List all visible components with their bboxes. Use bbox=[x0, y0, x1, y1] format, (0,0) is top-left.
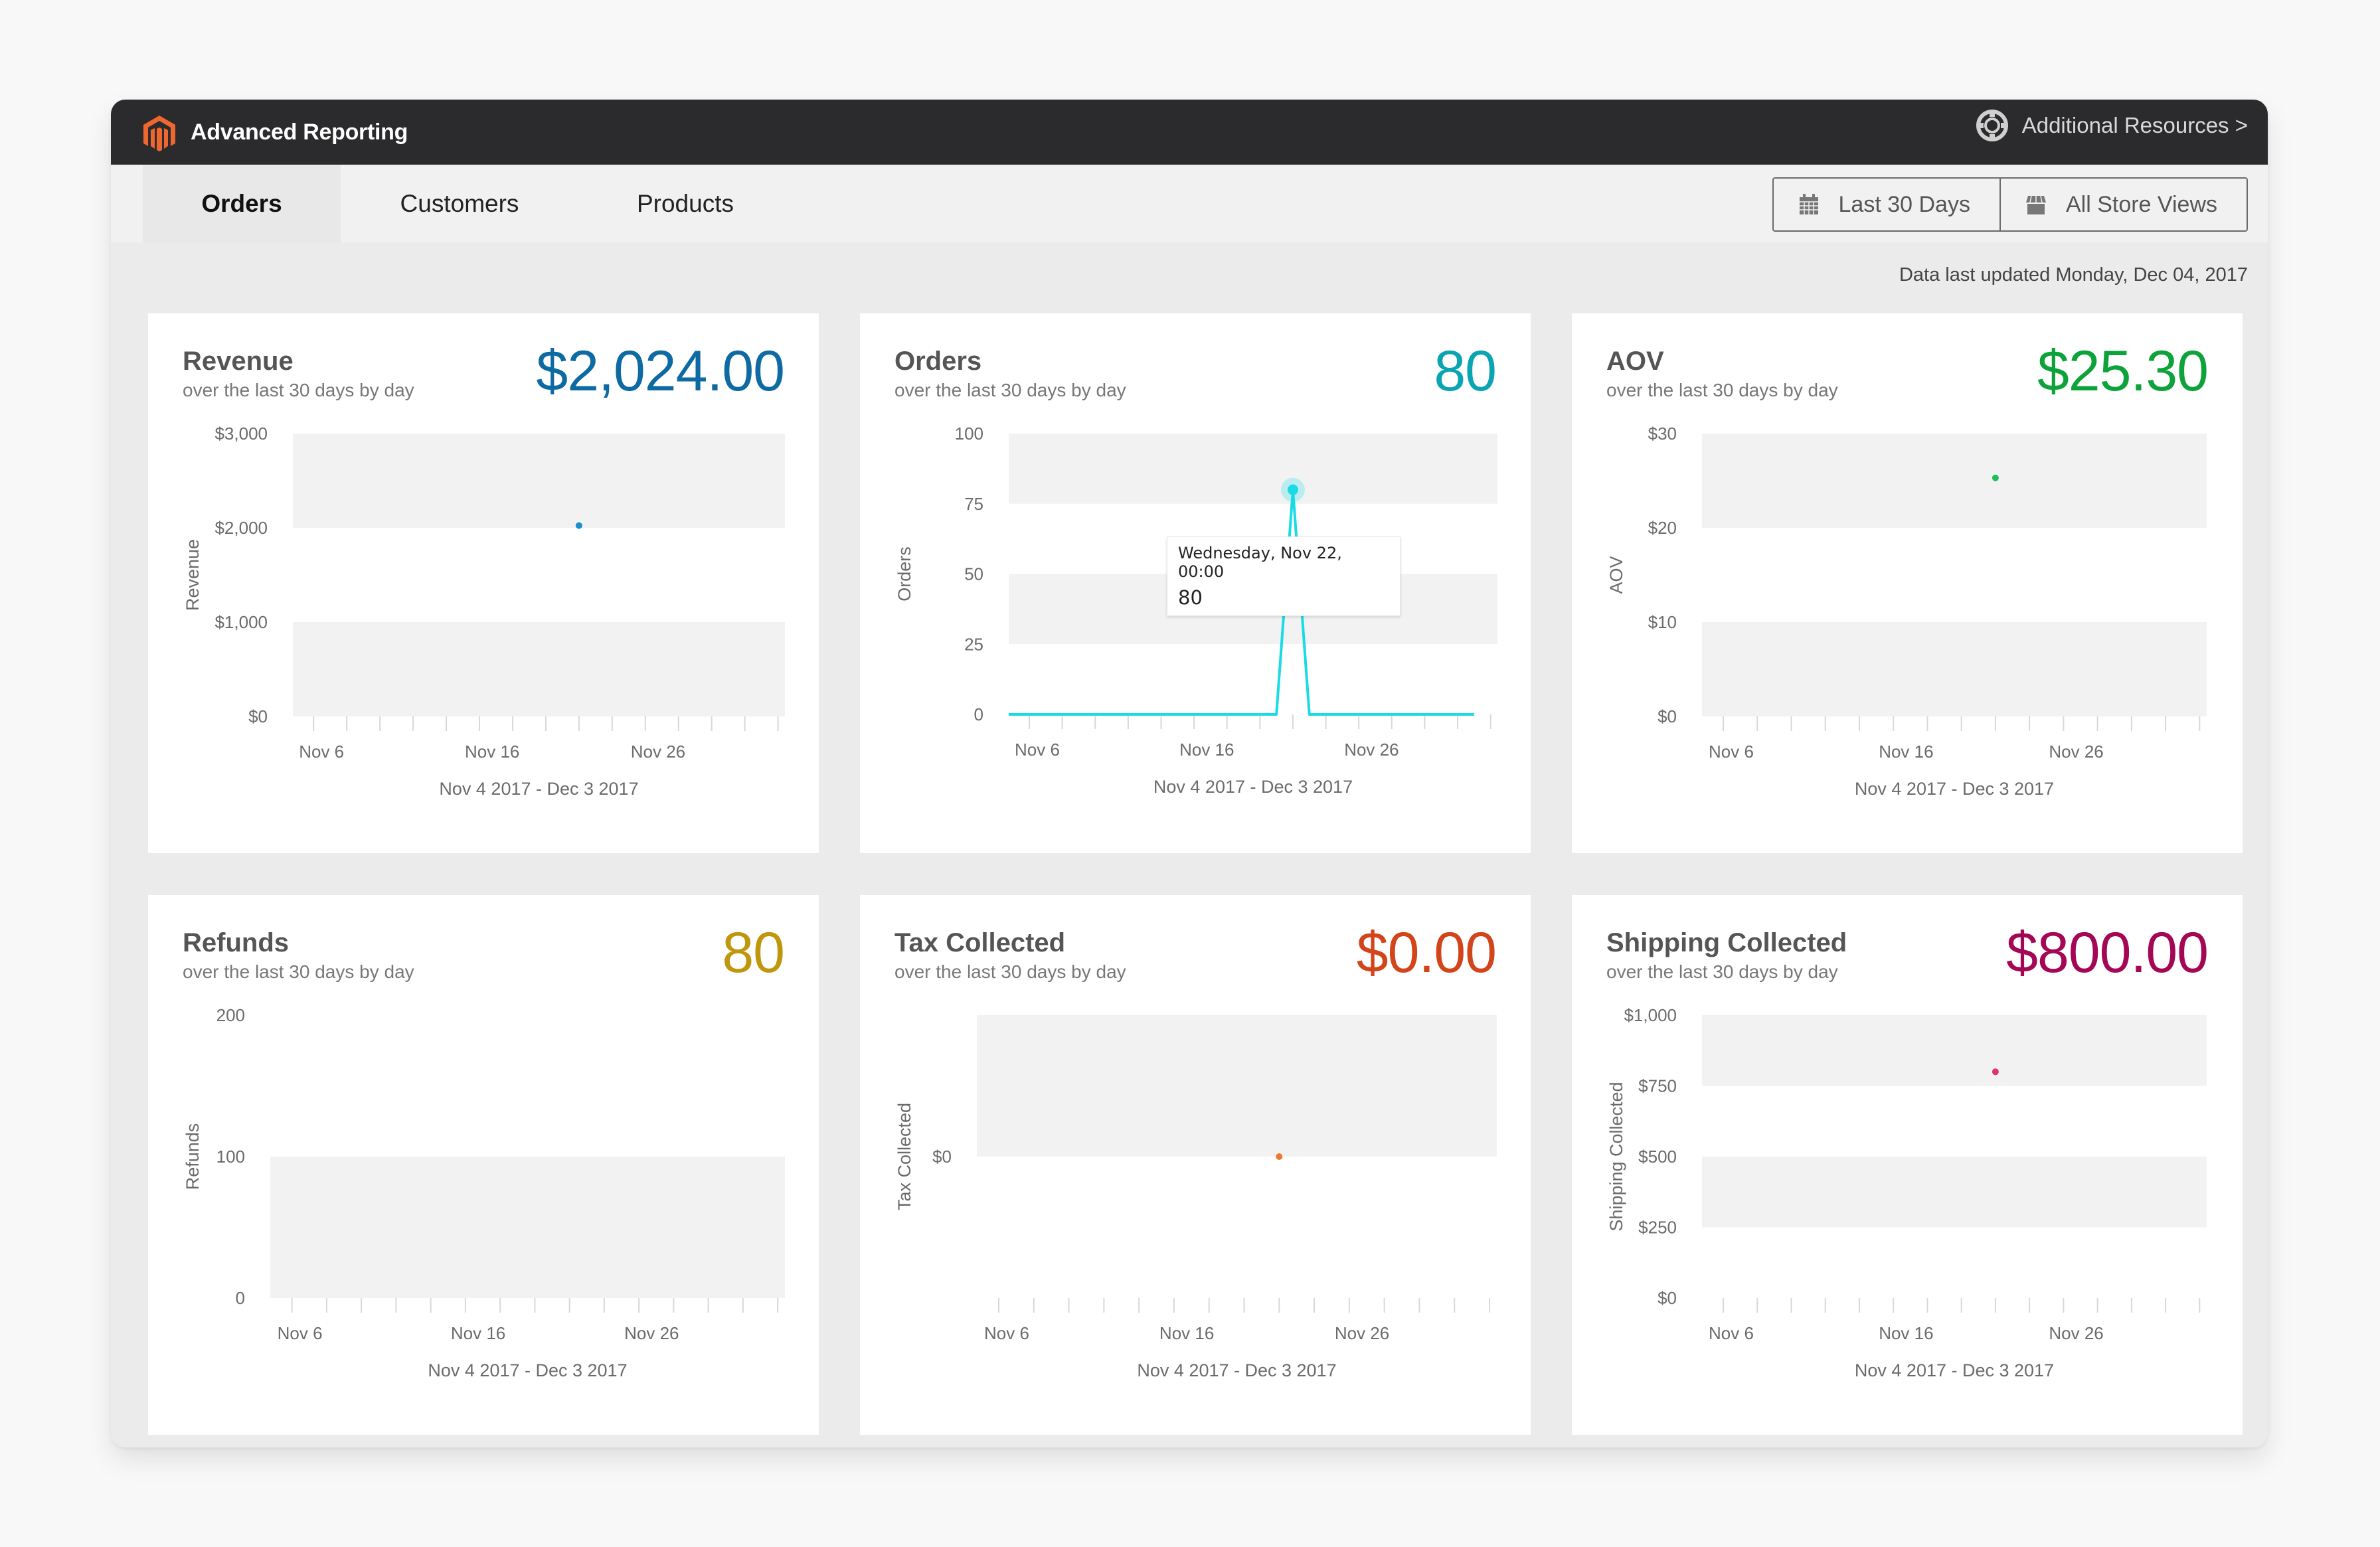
data-point bbox=[1992, 474, 1999, 481]
refunds-card: Refunds over the last 30 days by day 80 … bbox=[148, 895, 819, 1435]
y-axis-title: Shipping Collected bbox=[1606, 1082, 1626, 1231]
orders-card: Orders over the last 30 days by day 80 0… bbox=[860, 313, 1531, 853]
y-tick-label: $0 bbox=[1658, 1288, 1677, 1308]
plot-band bbox=[270, 1157, 785, 1298]
y-tick-label: $10 bbox=[1648, 612, 1677, 632]
y-tick-label: $0 bbox=[1658, 706, 1677, 726]
x-tick-label: Nov 16 bbox=[465, 742, 519, 762]
period-filter-label: Last 30 Days bbox=[1838, 191, 1970, 217]
y-tick-label: $750 bbox=[1638, 1076, 1677, 1096]
shipping-collected-card: Shipping Collected over the last 30 days… bbox=[1572, 895, 2243, 1435]
x-tick-label: Nov 6 bbox=[278, 1323, 323, 1343]
plot-band bbox=[1009, 434, 1497, 504]
tooltip-value: 80 bbox=[1178, 586, 1203, 609]
aov-chart[interactable]: $0 $10 $20 $30 AOV Nov 6 Nov 16 Nov 26 Nov 4 201… bbox=[1572, 313, 2243, 853]
y-axis-title: Tax Collected bbox=[894, 1103, 914, 1210]
x-axis-title: Nov 4 2017 - Dec 3 2017 bbox=[428, 1360, 627, 1380]
tooltip-date: Wednesday, Nov 22, 00:00 bbox=[1178, 544, 1342, 581]
x-tick-label: Nov 16 bbox=[1879, 742, 1933, 762]
y-tick-label: 75 bbox=[964, 494, 983, 514]
tab-products[interactable]: Products bbox=[589, 165, 782, 242]
y-tick-label: $2,000 bbox=[214, 518, 268, 538]
y-axis-title: Revenue bbox=[183, 539, 203, 611]
chart-tooltip: Wednesday, Nov 22, 00:00 80 bbox=[1167, 536, 1401, 616]
y-tick-label: 0 bbox=[236, 1288, 245, 1308]
magento-logo-icon bbox=[143, 116, 175, 151]
y-axis-title: Refunds bbox=[183, 1123, 203, 1190]
x-tick-label: Nov 26 bbox=[624, 1323, 679, 1343]
y-tick-label: 0 bbox=[974, 704, 983, 724]
filter-group: Last 30 Days All Store Views bbox=[1772, 177, 2248, 232]
tax-collected-chart[interactable]: $0 Tax Collected Nov 6 Nov 16 Nov 26 Nov 4 20… bbox=[860, 895, 1531, 1435]
plot-band bbox=[1702, 1157, 2207, 1228]
data-point bbox=[1992, 1068, 1999, 1076]
tab-customers[interactable]: Customers bbox=[363, 165, 556, 242]
y-axis-title: Orders bbox=[894, 546, 914, 602]
highlight-point bbox=[1287, 484, 1298, 495]
y-tick-label: 200 bbox=[216, 1005, 245, 1025]
data-point bbox=[575, 522, 582, 529]
revenue-chart[interactable]: $0 $1,000 $2,000 $3,000 Revenue Nov 6 Nov 16 No… bbox=[148, 313, 819, 853]
x-tick-label: Nov 16 bbox=[1159, 1323, 1214, 1343]
x-axis-title: Nov 4 2017 - Dec 3 2017 bbox=[1855, 779, 2054, 799]
y-tick-label: $250 bbox=[1638, 1218, 1677, 1238]
x-tick-label: Nov 26 bbox=[2049, 742, 2103, 762]
app-title: Advanced Reporting bbox=[191, 120, 408, 145]
revenue-card: Revenue over the last 30 days by day $2,… bbox=[148, 313, 819, 853]
aov-card: AOV over the last 30 days by day $25.30 … bbox=[1572, 313, 2243, 853]
y-axis-title: AOV bbox=[1606, 556, 1626, 594]
x-axis-title: Nov 4 2017 - Dec 3 2017 bbox=[1153, 777, 1353, 797]
additional-resources-label: Additional Resources > bbox=[2021, 113, 2248, 137]
y-tick-label: 25 bbox=[964, 634, 983, 654]
x-tick-label: Nov 16 bbox=[1179, 740, 1234, 760]
calendar-icon bbox=[1799, 194, 1818, 214]
y-tick-label: 100 bbox=[955, 424, 983, 444]
lifebuoy-icon bbox=[1976, 110, 2008, 141]
x-tick-label: Nov 26 bbox=[1344, 740, 1399, 760]
x-tick-label: Nov 6 bbox=[1709, 1323, 1754, 1343]
x-tick-label: Nov 26 bbox=[1335, 1323, 1389, 1343]
y-tick-label: $0 bbox=[248, 706, 268, 726]
x-tick-label: Nov 26 bbox=[2049, 1323, 2103, 1343]
plot-band bbox=[977, 1015, 1497, 1157]
top-bar: Advanced Reporting Additional Resources … bbox=[111, 100, 2268, 165]
y-tick-label: 100 bbox=[216, 1147, 245, 1167]
x-tick-label: Nov 6 bbox=[1015, 740, 1060, 760]
plot-band bbox=[293, 622, 785, 716]
y-tick-label: $30 bbox=[1648, 424, 1677, 444]
store-view-filter-button[interactable]: All Store Views bbox=[1999, 179, 2247, 230]
x-tick-label: Nov 6 bbox=[299, 742, 344, 762]
tab-orders[interactable]: Orders bbox=[143, 165, 341, 242]
refunds-chart[interactable]: 0 100 200 Refunds Nov 6 Nov 16 Nov 26 Nov 4 201… bbox=[148, 895, 819, 1435]
data-point bbox=[1276, 1153, 1283, 1160]
plot-band bbox=[1702, 1015, 2207, 1086]
plot-band bbox=[293, 434, 785, 528]
y-tick-label: $0 bbox=[932, 1147, 952, 1167]
advanced-reporting-window: Advanced Reporting Additional Resources … bbox=[111, 100, 2268, 1447]
period-filter-button[interactable]: Last 30 Days bbox=[1774, 179, 1999, 230]
x-axis-title: Nov 4 2017 - Dec 3 2017 bbox=[439, 779, 638, 799]
y-tick-label: $3,000 bbox=[214, 424, 268, 444]
y-tick-label: $1,000 bbox=[214, 612, 268, 632]
x-axis-title: Nov 4 2017 - Dec 3 2017 bbox=[1855, 1360, 2054, 1380]
plot-band bbox=[1702, 622, 2207, 716]
x-tick-label: Nov 16 bbox=[1879, 1323, 1933, 1343]
data-last-updated: Data last updated Monday, Dec 04, 2017 bbox=[1899, 264, 2248, 285]
x-tick-label: Nov 6 bbox=[1709, 742, 1754, 762]
y-tick-label: $20 bbox=[1648, 518, 1677, 538]
x-tick-label: Nov 16 bbox=[451, 1323, 505, 1343]
x-tick-label: Nov 6 bbox=[984, 1323, 1029, 1343]
x-tick-label: Nov 26 bbox=[631, 742, 685, 762]
tab-bar: Orders Customers Products Filters: Last … bbox=[111, 165, 2268, 242]
y-tick-label: $500 bbox=[1638, 1147, 1677, 1167]
plot-band bbox=[1702, 434, 2207, 528]
x-axis-title: Nov 4 2017 - Dec 3 2017 bbox=[1137, 1360, 1336, 1380]
additional-resources-link[interactable]: Additional Resources > bbox=[1976, 100, 2248, 151]
tax-collected-card: Tax Collected over the last 30 days by d… bbox=[860, 895, 1531, 1435]
y-tick-label: $1,000 bbox=[1624, 1005, 1677, 1025]
store-view-filter-label: All Store Views bbox=[2065, 191, 2217, 217]
shipping-collected-chart[interactable]: $0 $250 $500 $750 $1,000 Shipping Collected No… bbox=[1572, 895, 2243, 1435]
y-tick-label: 50 bbox=[964, 564, 983, 584]
store-icon bbox=[2025, 195, 2046, 214]
